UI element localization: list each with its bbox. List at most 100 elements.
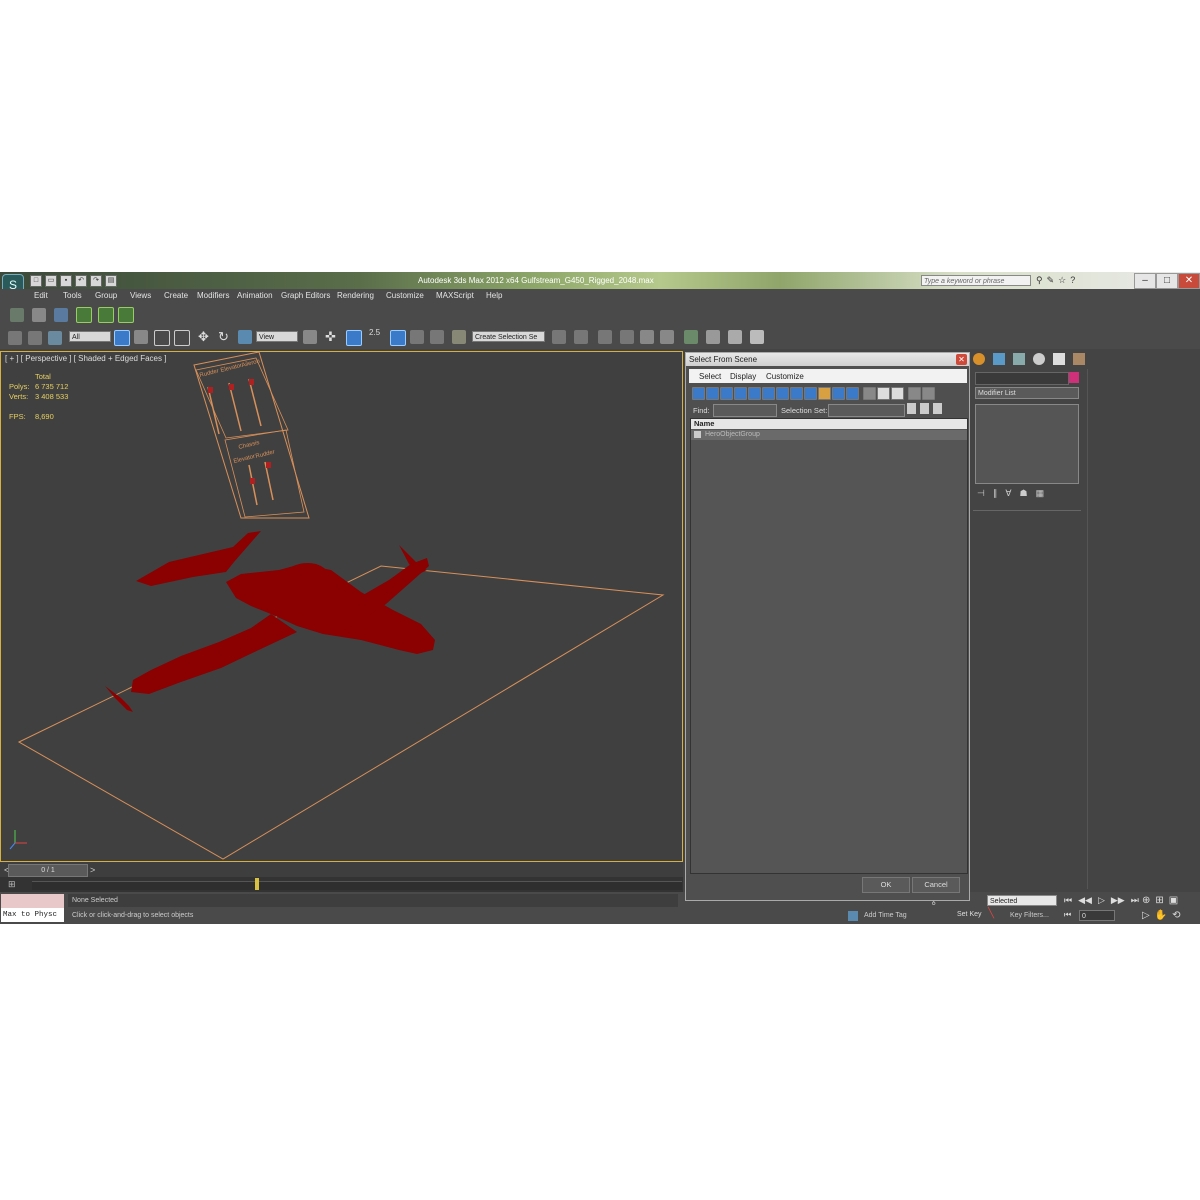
go-to-start-icon[interactable]: ⏮ [1064,895,1072,906]
scale-icon[interactable] [238,330,252,344]
display-bones-icon[interactable] [804,387,817,400]
schematic-view-icon[interactable] [660,330,674,344]
slider-handle-5[interactable] [266,462,271,468]
current-frame-marker[interactable] [255,878,259,890]
track-bar-timeline[interactable] [32,881,682,890]
menu-graph-editors[interactable]: Graph Editors [281,291,330,300]
maxscript-input[interactable]: Max to Physc [1,908,64,922]
communication-icon[interactable]: ✎ [1047,275,1055,286]
display-xrefs-icon[interactable] [790,387,803,400]
filter-icon[interactable] [908,387,921,400]
display-containers-icon[interactable] [818,387,831,400]
menu-rendering[interactable]: Rendering [337,291,374,300]
object-name-field[interactable] [975,372,1069,385]
rig-tool-icon[interactable] [76,307,92,323]
next-frame-icon[interactable]: ▶▶ [1111,895,1125,906]
time-slider-thumb[interactable]: 0 / 1 [8,864,88,877]
redo-icon[interactable]: ↷ [90,275,102,287]
select-by-name-icon[interactable] [134,330,148,344]
display-frozen-icon[interactable] [832,387,845,400]
curve-editor-icon[interactable] [640,330,654,344]
display-none-icon[interactable] [877,387,890,400]
menu-maxscript[interactable]: MAXScript [436,291,474,300]
display-geometry-icon[interactable] [692,387,705,400]
reference-coordinate-dropdown[interactable]: View [256,331,298,342]
dialog-close-icon[interactable]: ✕ [956,354,967,365]
menu-animation[interactable]: Animation [237,291,273,300]
material-editor-icon[interactable] [684,330,698,344]
field-of-view-icon[interactable]: ▷ [1142,910,1150,921]
slider-handle-3[interactable] [249,379,254,385]
help-search-input[interactable]: Type a keyword or phrase [921,275,1031,286]
display-cameras-icon[interactable] [734,387,747,400]
select-children-icon[interactable] [907,403,916,414]
remove-modifier-icon[interactable]: ☗ [1020,488,1028,499]
select-object-icon[interactable] [114,330,130,346]
set-key-button[interactable]: Set Key [957,911,982,918]
menu-modifiers[interactable]: Modifiers [197,291,229,300]
create-tab-icon[interactable] [973,353,985,365]
edit-named-selection-icon[interactable] [452,330,466,344]
display-helpers-icon[interactable] [748,387,761,400]
unlink-selection-icon[interactable] [28,331,42,345]
configure-modifier-sets-icon[interactable]: ▦ [1036,488,1045,499]
selection-filter-dropdown[interactable]: All [69,331,111,342]
maximize-icon[interactable]: □ [1156,273,1178,289]
current-frame-spinner[interactable]: 0 [1079,910,1115,921]
zoom-extents-icon[interactable]: ▣ [1169,895,1178,906]
display-shapes-icon[interactable] [706,387,719,400]
time-tag-icon[interactable] [848,911,858,921]
new-file-icon[interactable]: □ [30,275,42,287]
ok-button[interactable]: OK [862,877,910,893]
scene-canvas[interactable]: Rudder Elevator Aileron Chassis Elevator… [1,352,684,863]
align-icon[interactable] [574,330,588,344]
slider-handle-2[interactable] [229,384,234,390]
perspective-viewport[interactable]: Rudder Elevator Aileron Chassis Elevator… [0,351,683,862]
maxscript-listener[interactable]: Max to Physc [1,894,64,922]
mini-curve-editor-icon[interactable]: ⊞ [8,879,16,890]
menu-group[interactable]: Group [95,291,117,300]
zoom-all-icon[interactable]: ⊞ [1155,895,1163,906]
move-icon[interactable]: ✥ [198,330,212,344]
display-lights-icon[interactable] [720,387,733,400]
mirror-icon[interactable] [552,330,566,344]
snaps-toggle-icon[interactable]: 2.5 [369,328,383,342]
viewport-label-menu[interactable]: [ + ] [ Perspective ] [ Shaded + Edged F… [5,354,166,363]
display-tab-icon[interactable] [1053,353,1065,365]
window-crossing-icon[interactable] [174,330,190,346]
rectangular-selection-icon[interactable] [154,330,170,346]
name-column-header[interactable]: Name [691,419,967,429]
select-link-icon[interactable] [8,331,22,345]
display-groups-icon[interactable] [776,387,789,400]
bind-warp-icon[interactable] [48,331,62,345]
unlink-icon[interactable] [32,308,46,322]
utilities-tab-icon[interactable] [1073,353,1085,365]
bind-space-warp-icon[interactable] [54,308,68,322]
pin-stack-icon[interactable]: ⊣ [977,488,985,499]
menu-views[interactable]: Views [130,291,151,300]
go-to-end-icon[interactable]: ⏭ [1131,895,1139,906]
track-bar[interactable]: ⊞ [0,877,683,892]
binoculars-icon[interactable]: ⚲ [1036,275,1043,286]
display-hidden-icon[interactable] [846,387,859,400]
save-file-icon[interactable]: ▪ [60,275,72,287]
select-dependents-icon[interactable] [920,403,929,414]
help-icon[interactable]: ? [1070,275,1075,286]
project-folder-icon[interactable]: ▤ [105,275,117,287]
modifier-stack[interactable] [975,404,1079,484]
show-end-result-icon[interactable]: ∥ [993,488,998,499]
sync-selection-icon[interactable] [933,403,942,414]
set-key-mode-icon[interactable]: ╲ [988,908,994,919]
open-file-icon[interactable]: ▭ [45,275,57,287]
rendered-frame-window-icon[interactable] [728,330,742,344]
add-time-tag-button[interactable]: Add Time Tag [864,912,907,919]
object-color-swatch[interactable] [1069,372,1079,383]
menu-edit[interactable]: Edit [34,291,48,300]
aircraft-model[interactable] [105,531,435,712]
menu-help[interactable]: Help [486,291,502,300]
menu-create[interactable]: Create [164,291,188,300]
favorites-icon[interactable]: ☆ [1058,275,1066,286]
pivot-center-icon[interactable] [303,330,317,344]
menu-customize[interactable]: Customize [386,291,424,300]
key-filters-button[interactable]: Key Filters... [1010,912,1049,919]
